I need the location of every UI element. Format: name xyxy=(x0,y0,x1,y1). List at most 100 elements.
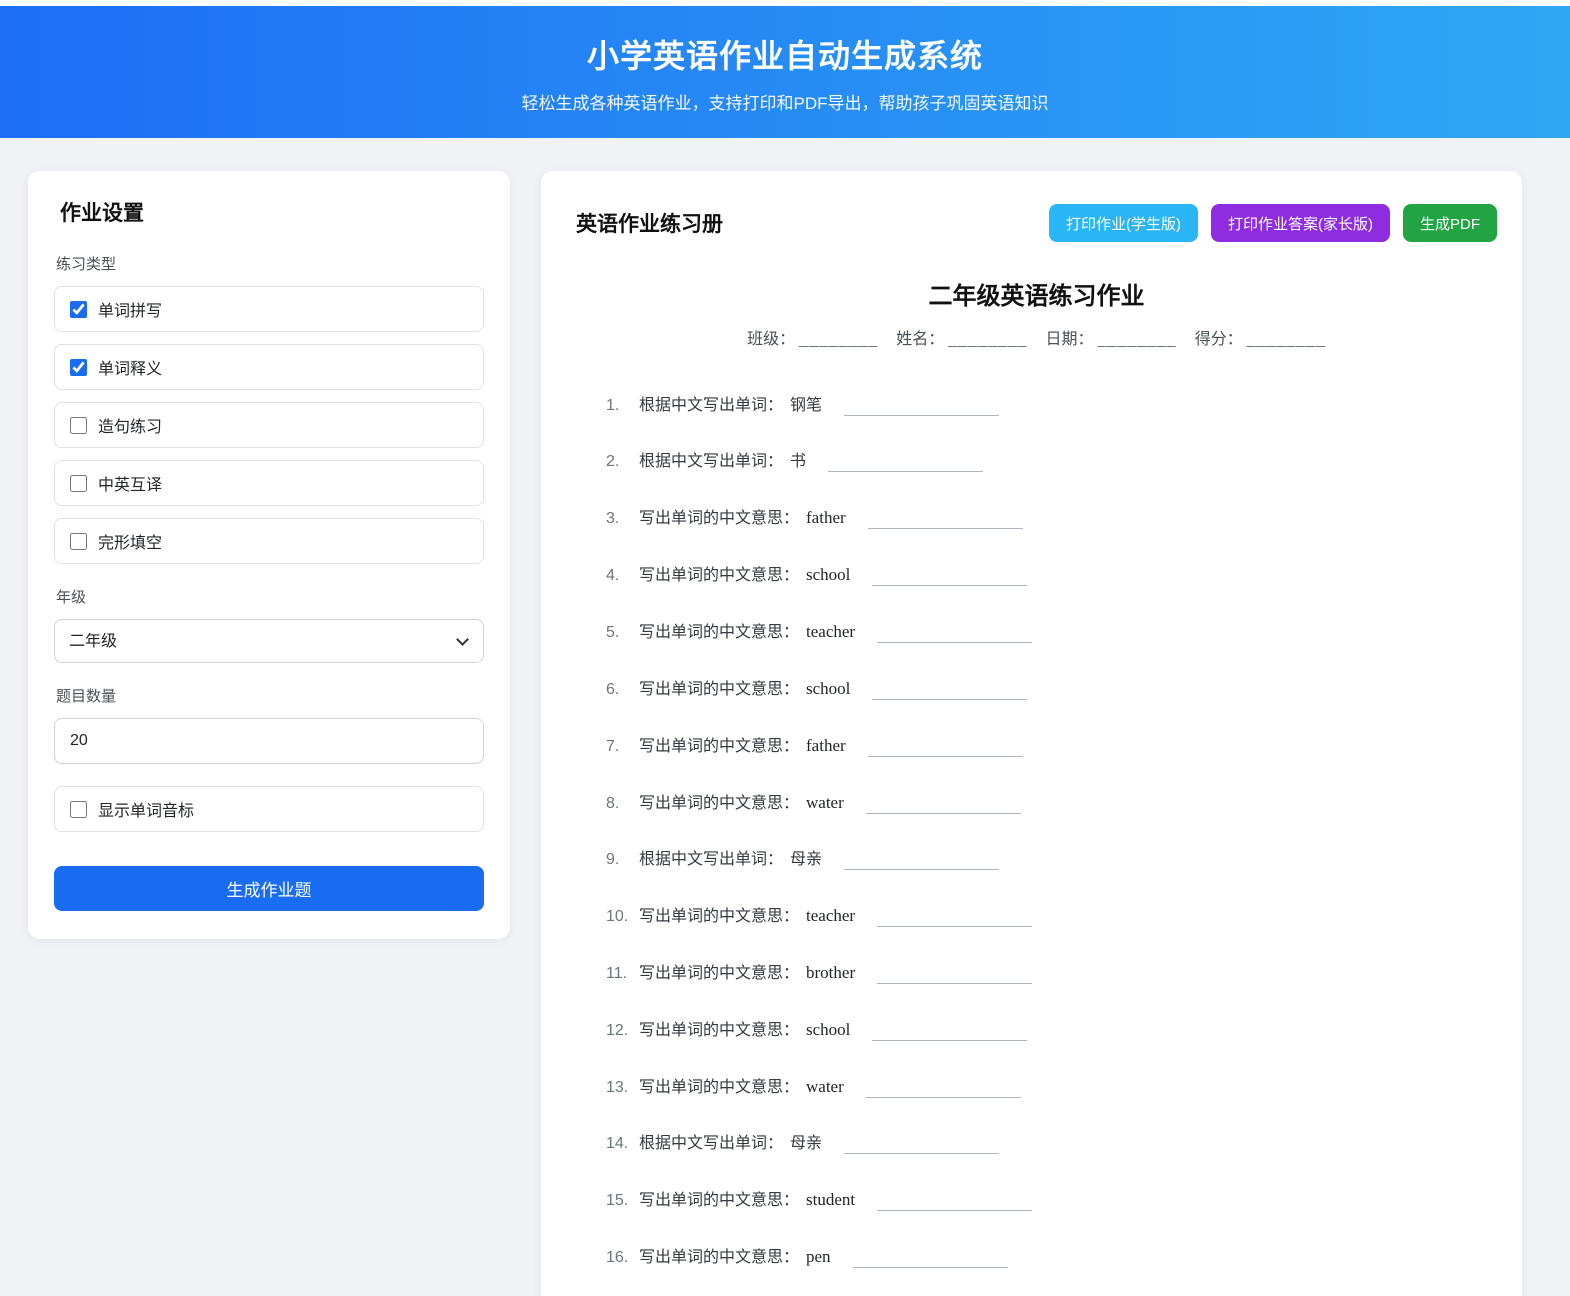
question-word: school xyxy=(806,1020,850,1039)
exercise-type-option[interactable]: 中英互译 xyxy=(54,460,484,506)
answer-blank xyxy=(872,582,1027,586)
question-word: brother xyxy=(806,963,855,982)
question-number: 12. xyxy=(606,1020,639,1042)
sheet-info-line: 班级：________姓名：________日期：________得分：____… xyxy=(576,325,1497,349)
question-word: water xyxy=(806,793,844,812)
exercise-type-checkbox[interactable] xyxy=(70,533,87,550)
question-prompt: 写出单词的中文意思： xyxy=(639,795,799,812)
question-item: 5.写出单词的中文意思：teacher xyxy=(606,621,1497,644)
question-number: 3. xyxy=(606,508,639,530)
info-field-label: 得分： xyxy=(1195,331,1243,348)
question-word: pen xyxy=(806,1247,831,1266)
question-number: 14. xyxy=(606,1133,639,1155)
exercise-type-list: 单词拼写单词释义造句练习中英互译完形填空 xyxy=(54,286,484,564)
question-word: father xyxy=(806,508,846,527)
exercise-type-checkbox[interactable] xyxy=(70,359,87,376)
info-field-blank: ________ xyxy=(799,331,878,348)
question-item: 15.写出单词的中文意思：student xyxy=(606,1189,1497,1212)
answer-blank xyxy=(872,1037,1027,1041)
exercise-type-option[interactable]: 单词拼写 xyxy=(54,286,484,332)
question-prompt: 写出单词的中文意思： xyxy=(639,624,799,641)
question-word: student xyxy=(806,1190,855,1209)
info-field-blank: ________ xyxy=(1098,331,1177,348)
app-header: 小学英语作业自动生成系统 轻松生成各种英语作业，支持打印和PDF导出，帮助孩子巩… xyxy=(0,6,1570,138)
question-item: 7.写出单词的中文意思：father xyxy=(606,735,1497,758)
answer-blank xyxy=(866,810,1021,814)
question-prompt: 写出单词的中文意思： xyxy=(639,965,799,982)
answer-blank xyxy=(868,525,1023,529)
phonetic-checkbox[interactable] xyxy=(70,801,87,818)
generate-pdf-button[interactable]: 生成PDF xyxy=(1403,204,1497,242)
question-item: 10.写出单词的中文意思： teacher xyxy=(606,905,1497,928)
page-background: 作业设置 练习类型 单词拼写单词释义造句练习中英互译完形填空 年级 二年级 题目… xyxy=(0,138,1570,1296)
settings-title: 作业设置 xyxy=(60,197,484,227)
question-count-input[interactable] xyxy=(54,718,484,764)
answer-blank xyxy=(866,1094,1021,1098)
info-field-label: 日期： xyxy=(1046,331,1094,348)
question-prompt: 写出单词的中文意思： xyxy=(639,1079,799,1096)
question-item: 1.根据中文写出单词： 钢笔 xyxy=(606,395,1497,417)
question-word: 钢笔 xyxy=(790,397,822,414)
print-student-button[interactable]: 打印作业(学生版) xyxy=(1049,204,1198,242)
question-item: 3.写出单词的中文意思： father xyxy=(606,507,1497,530)
question-item: 14.根据中文写出单词：母亲 xyxy=(606,1133,1497,1155)
answer-blank xyxy=(868,753,1023,757)
question-number: 7. xyxy=(606,736,639,758)
question-number: 9. xyxy=(606,849,639,871)
question-number: 13. xyxy=(606,1077,639,1099)
question-item: 6.写出单词的中文意思：school xyxy=(606,678,1497,701)
answer-blank xyxy=(877,1207,1032,1211)
answer-blank xyxy=(844,866,999,870)
phonetic-option-label: 显示单词音标 xyxy=(98,797,194,821)
phonetic-option-row[interactable]: 显示单词音标 xyxy=(54,786,484,832)
question-number: 15. xyxy=(606,1190,639,1212)
exercise-type-option[interactable]: 造句练习 xyxy=(54,402,484,448)
app-title: 小学英语作业自动生成系统 xyxy=(0,6,1570,77)
question-word: school xyxy=(806,565,850,584)
exercise-type-option-label: 中英互译 xyxy=(98,471,162,495)
question-word: 母亲 xyxy=(790,851,822,868)
question-number: 11. xyxy=(606,963,639,985)
answer-blank xyxy=(844,1150,999,1154)
question-item: 11.写出单词的中文意思： brother xyxy=(606,962,1497,985)
exercise-type-option[interactable]: 完形填空 xyxy=(54,518,484,564)
exercise-type-checkbox[interactable] xyxy=(70,475,87,492)
question-item: 2.根据中文写出单词：书 xyxy=(606,451,1497,473)
exercise-type-checkbox[interactable] xyxy=(70,301,87,318)
workbook-title: 英语作业练习册 xyxy=(576,208,723,238)
question-prompt: 写出单词的中文意思： xyxy=(639,908,799,925)
question-word: father xyxy=(806,736,846,755)
app-subtitle: 轻松生成各种英语作业，支持打印和PDF导出，帮助孩子巩固英语知识 xyxy=(0,89,1570,114)
question-number: 8. xyxy=(606,793,639,815)
question-prompt: 根据中文写出单词： xyxy=(639,397,783,414)
settings-panel: 作业设置 练习类型 单词拼写单词释义造句练习中英互译完形填空 年级 二年级 题目… xyxy=(28,171,510,939)
question-prompt: 写出单词的中文意思： xyxy=(639,510,799,527)
question-number: 1. xyxy=(606,395,639,417)
question-number: 10. xyxy=(606,906,639,928)
question-word: teacher xyxy=(806,906,855,925)
exercise-type-checkbox[interactable] xyxy=(70,417,87,434)
workbook-actions: 打印作业(学生版) 打印作业答案(家长版) 生成PDF xyxy=(1049,204,1497,242)
info-field-blank: ________ xyxy=(1247,331,1326,348)
grade-select-wrap: 二年级 xyxy=(54,619,484,663)
question-count-label: 题目数量 xyxy=(56,685,484,706)
question-prompt: 根据中文写出单词： xyxy=(639,1135,783,1152)
question-number: 5. xyxy=(606,622,639,644)
generate-homework-button[interactable]: 生成作业题 xyxy=(54,866,484,911)
question-word: school xyxy=(806,679,850,698)
question-item: 13.写出单词的中文意思：water xyxy=(606,1076,1497,1099)
question-number: 4. xyxy=(606,565,639,587)
question-list: 1.根据中文写出单词：钢笔2.根据中文写出单词：书3.写出单词的中文意思：fat… xyxy=(576,395,1497,1296)
exercise-type-option-label: 单词释义 xyxy=(98,355,162,379)
answer-blank xyxy=(877,639,1032,643)
print-answers-button[interactable]: 打印作业答案(家长版) xyxy=(1211,204,1390,242)
answer-blank xyxy=(872,696,1027,700)
answer-blank xyxy=(877,923,1032,927)
exercise-type-option-label: 造句练习 xyxy=(98,413,162,437)
exercise-type-label: 练习类型 xyxy=(56,253,484,274)
question-prompt: 写出单词的中文意思： xyxy=(639,1022,799,1039)
exercise-type-option[interactable]: 单词释义 xyxy=(54,344,484,390)
question-prompt: 写出单词的中文意思： xyxy=(639,567,799,584)
question-item: 8.写出单词的中文意思： water xyxy=(606,792,1497,815)
grade-select[interactable]: 二年级 xyxy=(54,619,484,663)
